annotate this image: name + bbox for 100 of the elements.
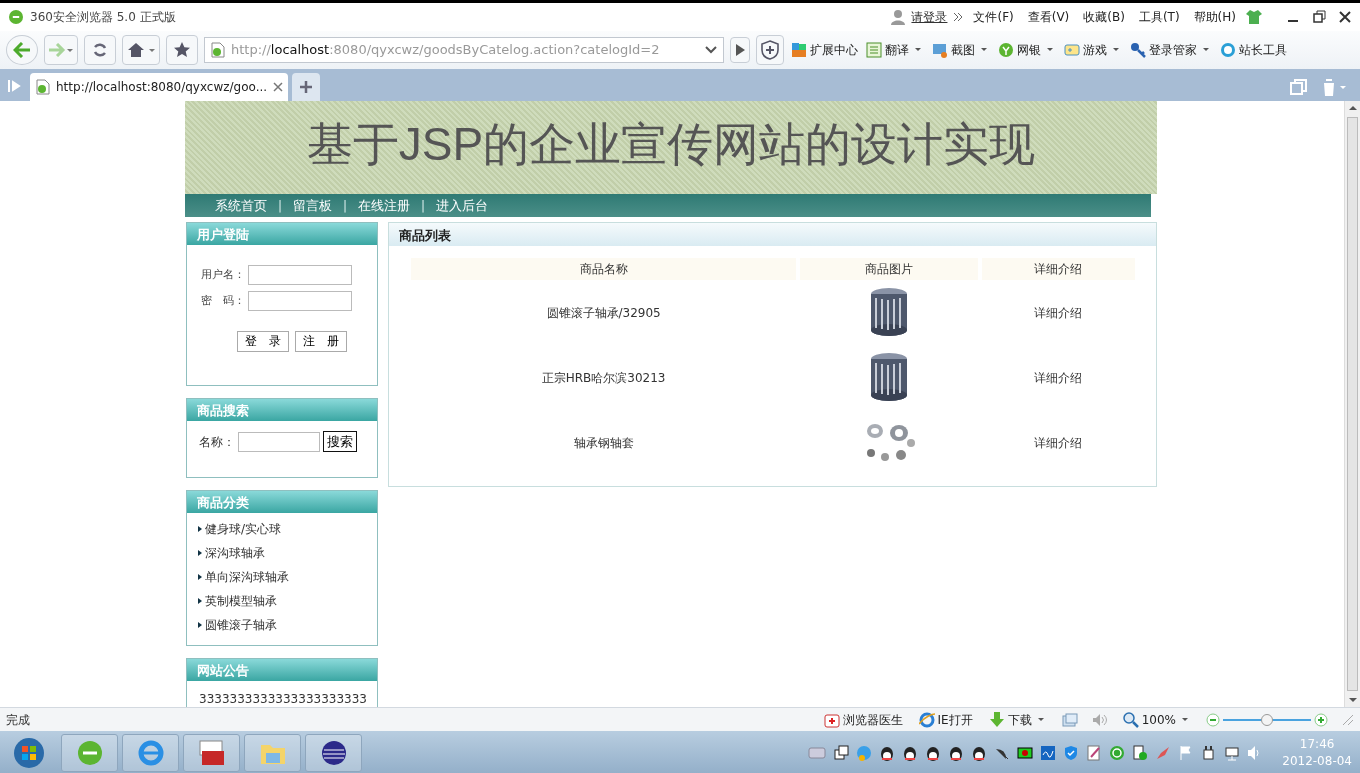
form-button[interactable]: 登 录 <box>237 331 289 352</box>
toolbar-button[interactable]: 截图 <box>931 41 991 59</box>
new-tab-button[interactable] <box>292 73 320 101</box>
gamepad-icon <box>1064 42 1080 58</box>
dropdown-chevron-icon[interactable] <box>705 45 717 55</box>
slider-thumb[interactable] <box>1261 713 1273 726</box>
zoom-in-icon[interactable] <box>1314 712 1328 727</box>
column-header: 商品名称 <box>411 258 797 280</box>
clock-date: 2012-08-04 <box>1282 752 1352 770</box>
password-field[interactable] <box>248 291 352 311</box>
toolbar-button[interactable]: 网银 <box>997 41 1057 59</box>
category-link[interactable]: 健身球/实心球 <box>198 517 377 541</box>
menu-item[interactable]: 收藏(B) <box>1079 8 1129 26</box>
login-link[interactable]: 请登录 <box>911 8 948 26</box>
username-field[interactable] <box>248 265 352 285</box>
speaker-icon[interactable] <box>1091 712 1108 727</box>
coin-icon <box>998 42 1014 58</box>
category-link[interactable]: 深沟球轴承 <box>198 541 377 565</box>
menu-item[interactable]: 查看(V) <box>1023 8 1074 26</box>
toolbar-button[interactable]: 站长工具 <box>1219 41 1288 59</box>
detail-link[interactable]: 详细介绍 <box>1034 435 1083 450</box>
panel-title: 商品列表 <box>389 223 1156 246</box>
address-bar[interactable]: http://localhost:8080/qyxcwz/goodsByCatelog.action?catelogId=2 <box>204 37 724 63</box>
back-button[interactable] <box>6 35 38 65</box>
bullet-arrow-icon <box>198 598 203 604</box>
penguin-icon[interactable] <box>971 744 988 761</box>
shirt-icon[interactable] <box>1246 10 1262 24</box>
translate-icon <box>866 42 882 58</box>
browser-tab[interactable]: http://localhost:8080/qyxcwz/goo... <box>30 73 288 101</box>
detail-link[interactable]: 详细介绍 <box>1034 305 1083 320</box>
form-button[interactable]: 注 册 <box>295 331 347 352</box>
window-icon[interactable] <box>1061 712 1078 727</box>
notice-text: 3333333333333333333333 <box>198 691 368 707</box>
detail-link[interactable]: 详细介绍 <box>1034 370 1083 385</box>
notepad-icon[interactable] <box>1086 744 1103 761</box>
field-label: 用户名： <box>200 266 245 283</box>
browser-logo-icon <box>8 9 24 25</box>
product-name: 正宗HRB哈尔滨30213 <box>540 369 667 387</box>
panel-title: 用户登陆 <box>187 223 377 245</box>
zoom-button[interactable]: 100% <box>1121 710 1192 729</box>
page-icon <box>211 42 225 58</box>
search-button[interactable]: 搜索 <box>323 431 357 452</box>
vertical-scrollbar[interactable] <box>1344 101 1360 707</box>
window-title: 360安全浏览器 5.0 正式版 <box>30 9 176 26</box>
product-name: 轴承钢轴套 <box>572 434 635 452</box>
status-button[interactable]: 下载 <box>987 710 1048 729</box>
nav-link[interactable]: 系统首页 <box>215 195 267 216</box>
favorite-button[interactable] <box>166 35 198 65</box>
field-label: 密 码： <box>200 292 245 309</box>
toolbar-button[interactable]: 扩展中心 <box>790 41 859 59</box>
cube-icon <box>791 42 807 58</box>
monitor-icon[interactable] <box>1017 744 1034 761</box>
toolbar-button[interactable]: 游戏 <box>1063 41 1123 59</box>
ie-logo-icon <box>918 711 935 728</box>
nav-link[interactable]: 留言板 <box>293 195 333 216</box>
sync-icon[interactable] <box>1109 744 1126 761</box>
menu-item[interactable]: 文件(F) <box>969 8 1018 26</box>
nav-separator: | <box>277 197 284 215</box>
banner-title: 基于JSP的企业宣传网站的设计实现 <box>185 101 1157 194</box>
home-button[interactable] <box>122 35 160 65</box>
refresh-button[interactable] <box>84 35 116 65</box>
close-icon[interactable] <box>1338 10 1352 24</box>
category-link[interactable]: 单向深沟球轴承 <box>198 565 377 589</box>
chart-icon[interactable] <box>1040 744 1057 761</box>
star-icon <box>174 42 190 58</box>
page-icon <box>36 79 50 95</box>
penguin-icon[interactable] <box>879 744 896 761</box>
clock-time: 17:46 <box>1298 735 1336 753</box>
search-field[interactable] <box>238 431 320 452</box>
windows-icon[interactable] <box>833 744 850 761</box>
panel-title: 商品分类 <box>187 491 377 513</box>
nav-link[interactable]: 在线注册 <box>358 195 411 216</box>
category-link[interactable]: 英制模型轴承 <box>198 589 377 613</box>
category-link[interactable]: 圆锥滚子轴承 <box>198 613 377 637</box>
status-text: 完成 <box>6 711 30 729</box>
user-icon <box>891 9 906 25</box>
security-button[interactable] <box>756 35 784 65</box>
rocket-icon[interactable] <box>1155 744 1172 761</box>
zoom-out-icon[interactable] <box>1206 712 1220 727</box>
product-name: 圆锥滚子轴承/32905 <box>545 304 662 322</box>
menu-item[interactable]: 帮助(H) <box>1189 8 1240 26</box>
penguin-icon[interactable] <box>925 744 942 761</box>
nav-link[interactable]: 进入后台 <box>436 195 489 216</box>
restore-icon[interactable] <box>1312 10 1326 24</box>
key-icon <box>1130 42 1146 58</box>
status-button[interactable]: IE打开 <box>917 710 974 729</box>
shield-icon[interactable] <box>1063 744 1080 761</box>
plus-icon <box>299 80 313 94</box>
toolbar-button[interactable]: 翻译 <box>865 41 925 59</box>
taskbar-app-button[interactable] <box>183 733 240 772</box>
menu-item[interactable]: 工具(T) <box>1134 8 1184 26</box>
penguin-icon[interactable] <box>902 744 919 761</box>
go-button[interactable] <box>730 37 750 63</box>
status-button[interactable]: 浏览器医生 <box>822 710 904 729</box>
bullet-arrow-icon <box>198 526 203 532</box>
toolbar-button[interactable]: 登录管家 <box>1129 41 1213 59</box>
media-play-icon[interactable] <box>1132 744 1149 761</box>
taskbar-app-button[interactable] <box>305 733 362 772</box>
network-icon[interactable] <box>1224 744 1241 761</box>
penguin-icon[interactable] <box>948 744 965 761</box>
